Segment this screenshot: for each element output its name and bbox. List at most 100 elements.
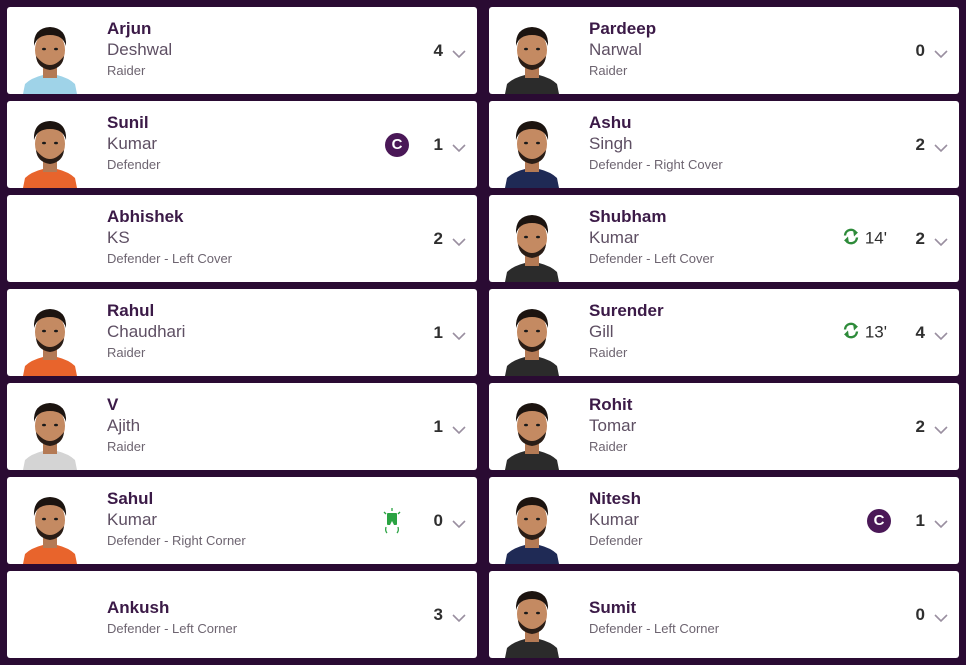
player-role: Defender - Right Corner — [107, 533, 246, 548]
player-first-name: Rohit — [589, 395, 633, 414]
player-card[interactable]: Sahul Kumar Defender - Right Corner 0 — [7, 477, 477, 564]
player-avatar — [503, 300, 561, 376]
player-info: Arjun Deshwal Raider — [107, 20, 172, 80]
captain-badge: C — [867, 508, 891, 533]
chevron-down-icon[interactable] — [451, 422, 467, 434]
chevron-down-icon[interactable] — [933, 516, 949, 528]
player-card[interactable]: Surender Gill Raider 13' 4 — [489, 289, 959, 376]
substitution-icon — [842, 321, 860, 344]
player-first-name: Rahul — [107, 301, 155, 320]
player-info: Rahul Chaudhari Raider — [107, 302, 185, 362]
player-info: Surender Gill Raider — [589, 302, 664, 362]
player-points: 4 — [915, 322, 925, 342]
substitution-indicator: 13' — [842, 321, 887, 344]
player-last-name: Kumar — [589, 228, 640, 247]
player-last-name: Narwal — [589, 40, 642, 59]
player-role: Defender - Left Cover — [589, 251, 715, 266]
green-card-icon — [381, 507, 403, 534]
chevron-down-icon[interactable] — [933, 422, 949, 434]
player-card[interactable]: Shubham Kumar Defender - Left Cover 14' … — [489, 195, 959, 282]
player-role: Defender — [589, 533, 643, 548]
chevron-down-icon[interactable] — [933, 46, 949, 58]
player-card[interactable]: Abhishek KS Defender - Left Cover 2 — [7, 195, 477, 282]
player-first-name: Abhishek — [107, 207, 184, 226]
player-points: 2 — [433, 228, 443, 248]
player-avatar — [21, 300, 79, 376]
player-card[interactable]: Ankush Defender - Left Corner 3 — [7, 571, 477, 658]
captain-badge: C — [385, 132, 409, 157]
player-role: Defender - Right Cover — [589, 157, 723, 172]
player-points: 1 — [433, 134, 443, 154]
chevron-down-icon[interactable] — [451, 610, 467, 622]
player-points: 3 — [433, 604, 443, 624]
player-points: 0 — [915, 40, 925, 60]
player-card[interactable]: Nitesh Kumar Defender C 1 — [489, 477, 959, 564]
chevron-down-icon[interactable] — [451, 140, 467, 152]
chevron-down-icon[interactable] — [933, 328, 949, 340]
player-points: 2 — [915, 416, 925, 436]
player-info: Shubham Kumar Defender - Left Cover — [589, 208, 714, 268]
substitution-time: 14' — [864, 228, 887, 248]
chevron-down-icon[interactable] — [933, 140, 949, 152]
player-first-name: Pardeep — [589, 19, 657, 38]
player-first-name: V — [107, 395, 119, 414]
player-last-name: Tomar — [589, 416, 637, 435]
player-info: V Ajith Raider — [107, 396, 145, 456]
player-card[interactable]: V Ajith Raider 1 — [7, 383, 477, 470]
player-card[interactable]: Sunil Kumar Defender C 1 — [7, 101, 477, 188]
player-avatar — [503, 488, 561, 564]
player-points: 0 — [915, 604, 925, 624]
player-points: 1 — [433, 322, 443, 342]
player-role: Defender — [107, 157, 161, 172]
players-grid: Arjun Deshwal Raider 4 Sunil Kumar Defen… — [7, 7, 959, 658]
chevron-down-icon[interactable] — [933, 234, 949, 246]
player-info: Abhishek KS Defender - Left Cover — [107, 208, 232, 268]
player-points: 4 — [433, 40, 443, 60]
player-info: Sunil Kumar Defender — [107, 114, 160, 174]
player-last-name: Singh — [589, 134, 633, 153]
player-card[interactable]: Rahul Chaudhari Raider 1 — [7, 289, 477, 376]
player-last-name: Kumar — [589, 510, 640, 529]
player-avatar — [503, 206, 561, 282]
player-points: 1 — [915, 510, 925, 530]
chevron-down-icon[interactable] — [451, 234, 467, 246]
player-points: 2 — [915, 228, 925, 248]
player-role: Raider — [589, 439, 628, 454]
player-info: Ankush Defender - Left Corner — [107, 599, 237, 638]
player-first-name: Ankush — [107, 598, 170, 617]
player-first-name: Sahul — [107, 489, 154, 508]
player-last-name: Chaudhari — [107, 322, 186, 341]
player-role: Raider — [589, 63, 628, 78]
player-avatar — [503, 582, 561, 658]
player-last-name: Ajith — [107, 416, 141, 435]
player-info: Sahul Kumar Defender - Right Corner — [107, 490, 246, 550]
player-first-name: Ashu — [589, 113, 632, 132]
player-role: Defender - Left Corner — [589, 621, 720, 636]
player-card[interactable]: Arjun Deshwal Raider 4 — [7, 7, 477, 94]
player-first-name: Arjun — [107, 19, 152, 38]
player-first-name: Sumit — [589, 598, 637, 617]
player-avatar — [21, 394, 79, 470]
player-card[interactable]: Pardeep Narwal Raider 0 — [489, 7, 959, 94]
player-last-name: Deshwal — [107, 40, 173, 59]
player-points: 2 — [915, 134, 925, 154]
player-card[interactable]: Rohit Tomar Raider 2 — [489, 383, 959, 470]
chevron-down-icon[interactable] — [933, 610, 949, 622]
player-last-name: Gill — [589, 322, 614, 341]
player-last-name: Kumar — [107, 510, 158, 529]
player-first-name: Surender — [589, 301, 664, 320]
substitution-indicator: 14' — [842, 227, 887, 250]
player-role: Raider — [589, 345, 628, 360]
player-info: Pardeep Narwal Raider — [589, 20, 656, 80]
player-role: Defender - Left Corner — [107, 621, 238, 636]
player-role: Raider — [107, 345, 146, 360]
player-points: 0 — [433, 510, 443, 530]
player-info: Sumit Defender - Left Corner — [589, 599, 719, 638]
chevron-down-icon[interactable] — [451, 328, 467, 340]
chevron-down-icon[interactable] — [451, 516, 467, 528]
chevron-down-icon[interactable] — [451, 46, 467, 58]
player-info: Nitesh Kumar Defender — [589, 490, 642, 550]
player-card[interactable]: Ashu Singh Defender - Right Cover 2 — [489, 101, 959, 188]
player-card[interactable]: Sumit Defender - Left Corner 0 — [489, 571, 959, 658]
player-avatar — [21, 488, 79, 564]
